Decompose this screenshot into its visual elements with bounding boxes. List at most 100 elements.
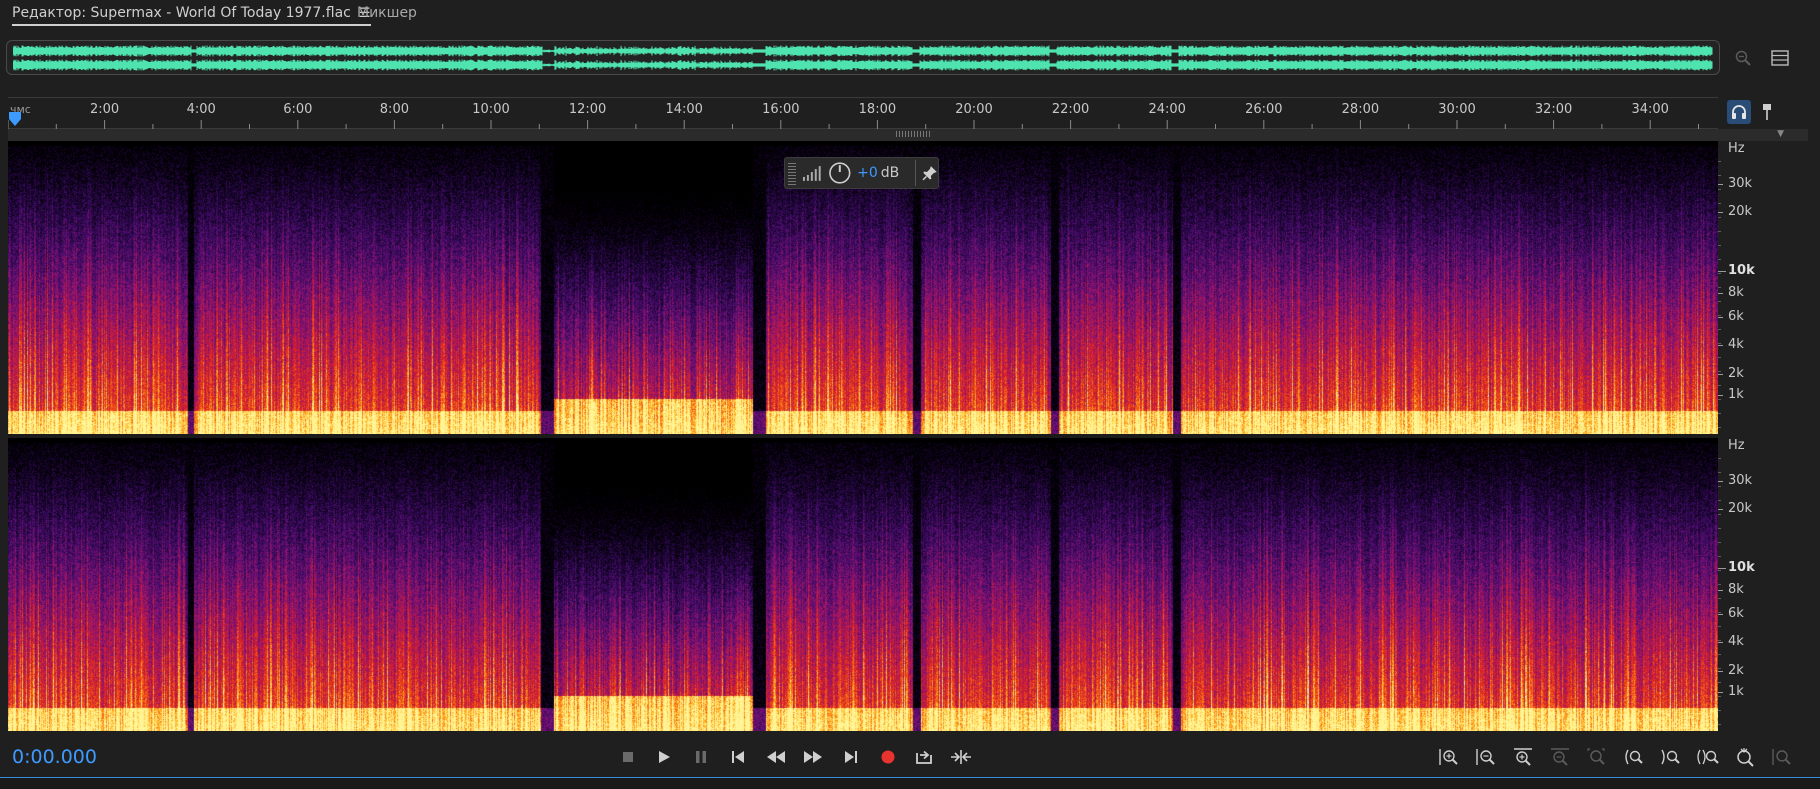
time-ruler-label: 32:00 [1534,102,1573,117]
play-icon [659,751,670,763]
marker-pin-icon[interactable] [1755,100,1779,124]
loop-playback-icon [916,750,932,764]
skip-to-start-button[interactable] [724,743,752,771]
frequency-minor-tick [1718,668,1721,669]
frequency-tick [1718,395,1723,396]
frequency-minor-tick [1718,682,1721,683]
stop-button[interactable] [614,743,642,771]
volume-hud[interactable]: +0 dB [784,157,939,189]
record-button[interactable] [874,743,902,771]
frequency-label: 10k [1728,560,1755,575]
pin-icon[interactable] [922,165,938,181]
frequency-minor-tick [1718,189,1721,190]
zoom-in-amplitude-button[interactable] [1435,743,1463,771]
pause-button[interactable] [687,743,715,771]
frequency-label: 2k [1728,366,1744,381]
zoom-in-point-icon [1625,749,1643,765]
zoom-to-selection-button[interactable] [1583,743,1611,771]
play-button[interactable] [650,743,678,771]
fast-forward-button[interactable] [799,743,827,771]
frequency-label: 2k [1728,663,1744,678]
time-ruler-label: 28:00 [1341,102,1380,117]
tab-mixer[interactable]: Микшер [357,5,417,21]
frequency-minor-tick [1718,245,1721,246]
zoom-full-icon [1697,749,1719,765]
time-ruler-label: 26:00 [1245,102,1283,117]
frequency-minor-tick [1718,343,1721,344]
frequency-minor-tick [1718,612,1721,613]
hud-drag-grip[interactable] [788,161,796,185]
zoom-out-amplitude-button[interactable] [1472,743,1500,771]
horizontal-scroll-strip[interactable]: ▼ [8,129,1808,141]
overview-waveform-graph [13,45,1713,71]
zoom-in-time-button[interactable] [1509,743,1537,771]
scroll-grip-handle[interactable] [896,131,930,137]
skip-to-end-button[interactable] [837,743,865,771]
frequency-label: 4k [1728,634,1744,649]
volume-value[interactable]: +0 dB [857,165,899,181]
frequency-minor-tick [1718,301,1721,302]
skip-selection-button[interactable] [947,743,975,771]
frequency-minor-tick [1718,640,1721,641]
frequency-label: 4k [1728,337,1744,352]
loop-playback-button[interactable] [910,743,938,771]
frequency-tick [1718,671,1723,672]
frequency-label: 30k [1728,176,1753,191]
tab-bar: Редактор: Supermax - World Of Today 1977… [0,0,1820,28]
skip-to-end-icon [845,751,857,763]
frequency-minor-tick [1718,371,1721,372]
frequency-minor-tick [1718,584,1721,585]
overview-waveform-trace [13,59,1713,71]
zoom-out-time-button[interactable] [1546,743,1574,771]
frequency-tick [1718,642,1723,643]
zoom-selection-icon[interactable] [1730,46,1756,70]
chevron-down-icon[interactable]: ▼ [1777,129,1784,139]
frequency-minor-tick [1718,427,1721,428]
frequency-tick [1718,692,1723,693]
frequency-minor-tick [1718,329,1721,330]
frequency-label: 10k [1728,263,1755,278]
frequency-label: 1k [1728,387,1744,402]
zoom-out-point-icon [1661,749,1680,765]
channel-right-spectrogram[interactable] [8,438,1718,731]
zoom-amplitude-full-button[interactable] [1768,743,1796,771]
rewind-button[interactable] [762,743,790,771]
frequency-minor-tick [1718,710,1721,711]
spectral-display[interactable] [8,141,1718,731]
frequency-minor-tick [1718,528,1721,529]
time-ruler-label: 34:00 [1631,102,1669,117]
zoom-in-at-out-point-button[interactable] [1657,743,1685,771]
time-ruler-label: 16:00 [762,102,800,117]
time-ruler-label: 14:00 [665,102,703,117]
frequency-minor-tick [1718,542,1721,543]
frequency-tick [1718,568,1726,569]
frequency-tick [1718,293,1723,294]
zoom-reset-button[interactable] [1731,743,1759,771]
frequency-minor-tick [1718,570,1721,571]
frequency-minor-tick [1718,500,1721,501]
frequency-ruler-right[interactable]: Hz 30k 20k 10k 8k 6k 4k 2k 1k [1718,438,1810,731]
zoom-full-button[interactable] [1694,743,1722,771]
panels-list-icon[interactable] [1767,46,1793,70]
playhead-icon[interactable] [9,112,21,126]
overview-waveform[interactable] [6,40,1720,75]
frequency-minor-tick [1718,472,1721,473]
frequency-ruler-left[interactable]: Hz 30k 20k 10k 8k 6k 4k 2k 1k [1718,141,1810,434]
frequency-tick [1718,317,1723,318]
skip-selection-icon [951,750,971,764]
frequency-minor-tick [1718,696,1721,697]
zoom-in-at-in-point-button[interactable] [1620,743,1648,771]
current-time-display[interactable]: 0:00.000 [12,746,97,768]
headphones-icon[interactable] [1727,100,1751,124]
zoom-out-amplitude-icon [1476,749,1495,765]
frequency-minor-tick [1718,161,1721,162]
time-ruler-label: 20:00 [955,102,993,117]
tab-editor[interactable]: Редактор: Supermax - World Of Today 1977… [12,5,371,26]
frequency-minor-tick [1718,654,1721,655]
frequency-tick [1718,184,1723,185]
zoom-to-selection-icon [1587,748,1605,765]
status-bar [0,777,1820,789]
volume-knob[interactable] [828,161,852,185]
time-ruler[interactable]: чмс 2:00 4:00 6:00 8:00 10:00 12:00 14:00 16:00… [8,97,1718,130]
frequency-minor-tick [1718,514,1721,515]
